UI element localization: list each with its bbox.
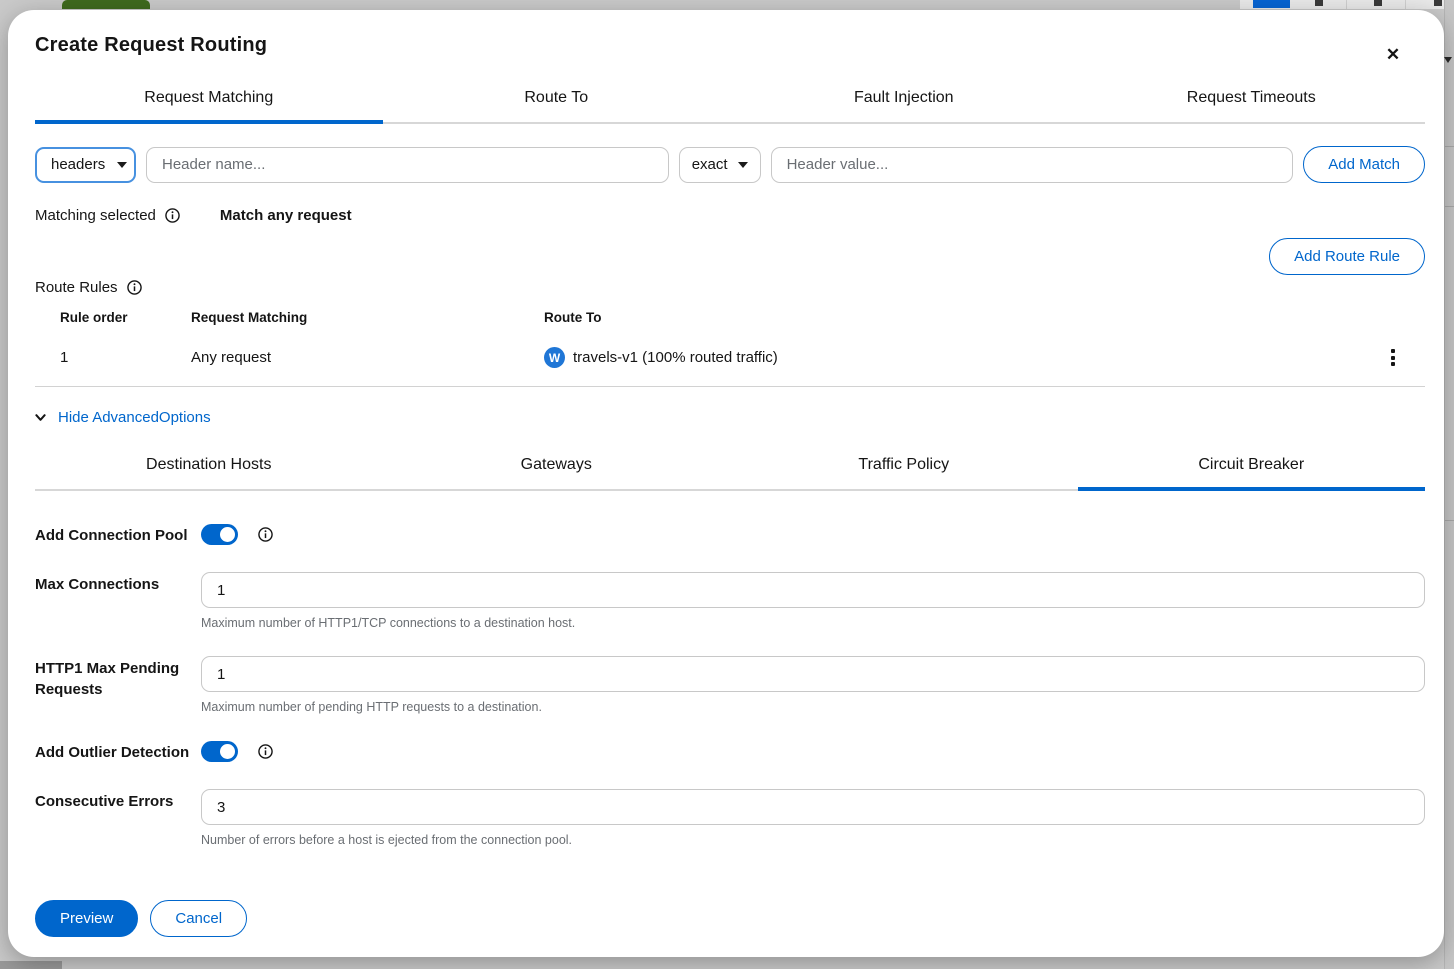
info-icon[interactable] xyxy=(165,208,180,223)
http1-max-pending-helper: Maximum number of pending HTTP requests … xyxy=(201,700,1425,714)
background-separator xyxy=(1405,0,1406,9)
route-rules-header: Route Rules xyxy=(35,279,1425,296)
connection-pool-toggle[interactable] xyxy=(201,524,238,545)
match-builder-row: headers exact Add Match xyxy=(35,146,1425,183)
column-request-matching: Request Matching xyxy=(191,310,544,325)
column-route-to: Route To xyxy=(544,310,1381,325)
column-rule-order: Rule order xyxy=(35,310,191,325)
outlier-detection-row: Add Outlier Detection xyxy=(35,740,1425,763)
preview-button[interactable]: Preview xyxy=(35,900,138,937)
background-user-icon xyxy=(1374,0,1382,6)
tab-fault-injection[interactable]: Fault Injection xyxy=(730,81,1078,122)
max-connections-input[interactable] xyxy=(201,572,1425,608)
route-to-text: travels-v1 (100% routed traffic) xyxy=(573,349,778,366)
http1-max-pending-input[interactable] xyxy=(201,656,1425,692)
chevron-down-icon xyxy=(35,412,46,423)
header-value-input[interactable] xyxy=(771,147,1294,183)
route-to-cell: W travels-v1 (100% routed traffic) xyxy=(544,347,1381,368)
request-matching-cell: Any request xyxy=(191,349,544,366)
max-connections-label: Max Connections xyxy=(35,572,201,630)
chevron-down-icon xyxy=(117,162,127,168)
close-icon[interactable]: ✕ xyxy=(1382,44,1404,66)
create-request-routing-modal: Create Request Routing ✕ Request Matchin… xyxy=(8,10,1444,957)
tab-request-timeouts[interactable]: Request Timeouts xyxy=(1078,81,1426,122)
hide-advanced-options-link[interactable]: Hide AdvancedOptions xyxy=(58,409,211,426)
http1-max-pending-row: HTTP1 Max Pending Requests Maximum numbe… xyxy=(35,656,1425,714)
background-separator xyxy=(1346,0,1347,9)
table-row: 1 Any request W travels-v1 (100% routed … xyxy=(35,331,1425,387)
connection-pool-label: Add Connection Pool xyxy=(35,523,201,546)
scrollbar-tick xyxy=(1445,206,1454,207)
outlier-detection-label: Add Outlier Detection xyxy=(35,740,201,763)
add-match-button[interactable]: Add Match xyxy=(1303,146,1425,183)
consecutive-errors-helper: Number of errors before a host is ejecte… xyxy=(201,833,1425,847)
info-icon[interactable] xyxy=(258,527,273,542)
row-actions-kebab-icon[interactable] xyxy=(1387,345,1399,370)
match-operator-selected-value: exact xyxy=(692,156,728,173)
background-green-tab xyxy=(62,0,150,9)
route-rules-label: Route Rules xyxy=(35,279,118,296)
http1-max-pending-label: HTTP1 Max Pending Requests xyxy=(35,656,201,714)
route-rules-table: Rule order Request Matching Route To 1 A… xyxy=(35,300,1425,387)
tab-destination-hosts[interactable]: Destination Hosts xyxy=(35,448,383,489)
chevron-down-icon xyxy=(738,162,748,168)
tab-gateways[interactable]: Gateways xyxy=(383,448,731,489)
matching-selected-label: Matching selected xyxy=(35,207,156,224)
page-scrollbar[interactable] xyxy=(1444,0,1454,969)
advanced-tabs: Destination Hosts Gateways Traffic Polic… xyxy=(35,448,1425,491)
modal-footer: Preview Cancel xyxy=(35,900,247,937)
table-header-row: Rule order Request Matching Route To xyxy=(35,300,1425,331)
background-menu-icon xyxy=(1434,0,1442,6)
tab-request-matching[interactable]: Request Matching xyxy=(35,81,383,122)
match-operator-select[interactable]: exact xyxy=(679,147,761,183)
tab-circuit-breaker[interactable]: Circuit Breaker xyxy=(1078,448,1426,489)
background-hscrollbar-thumb[interactable] xyxy=(0,961,62,969)
info-icon[interactable] xyxy=(127,280,142,295)
consecutive-errors-row: Consecutive Errors Number of errors befo… xyxy=(35,789,1425,847)
info-icon[interactable] xyxy=(258,744,273,759)
outlier-detection-toggle[interactable] xyxy=(201,741,238,762)
consecutive-errors-label: Consecutive Errors xyxy=(35,789,201,847)
tab-route-to[interactable]: Route To xyxy=(383,81,731,122)
tab-traffic-policy[interactable]: Traffic Policy xyxy=(730,448,1078,489)
max-connections-helper: Maximum number of HTTP1/TCP connections … xyxy=(201,616,1425,630)
background-help-icon xyxy=(1315,0,1323,6)
scrollbar-tick xyxy=(1445,146,1454,147)
match-field-selected-value: headers xyxy=(51,156,105,173)
header-name-input[interactable] xyxy=(146,147,669,183)
workload-badge-icon: W xyxy=(544,347,565,368)
max-connections-row: Max Connections Maximum number of HTTP1/… xyxy=(35,572,1425,630)
match-field-select[interactable]: headers xyxy=(35,147,136,183)
consecutive-errors-input[interactable] xyxy=(201,789,1425,825)
matching-selected-row: Matching selected Match any request xyxy=(35,207,1425,224)
background-blue-button-fragment xyxy=(1253,0,1290,8)
cancel-button[interactable]: Cancel xyxy=(150,900,247,937)
wizard-tabs: Request Matching Route To Fault Injectio… xyxy=(35,81,1425,124)
connection-pool-row: Add Connection Pool xyxy=(35,523,1425,546)
add-route-rule-button[interactable]: Add Route Rule xyxy=(1269,238,1425,275)
matching-selected-value: Match any request xyxy=(220,207,352,224)
modal-title: Create Request Routing xyxy=(35,34,1425,57)
scrollbar-marker xyxy=(1444,57,1452,63)
rule-order-cell: 1 xyxy=(35,349,191,366)
scrollbar-tick xyxy=(1445,520,1454,521)
